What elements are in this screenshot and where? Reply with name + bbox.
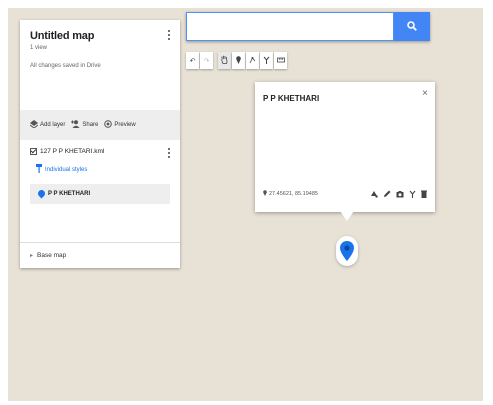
undo-redo-group: ↶ ↷: [186, 52, 214, 69]
view-count: 1 view: [30, 45, 48, 51]
layer-options-icon[interactable]: [166, 148, 172, 160]
add-layer-icon: [29, 120, 39, 130]
add-layer-button[interactable]: Add layer: [29, 120, 66, 130]
map-title[interactable]: Untitled map: [30, 30, 170, 42]
line-icon: [249, 56, 256, 66]
draw-tools-group: [218, 52, 288, 69]
map-options-icon[interactable]: [166, 30, 172, 42]
delete-icon[interactable]: [421, 190, 427, 200]
search-icon: [407, 18, 417, 36]
add-directions-button[interactable]: [260, 52, 273, 69]
coordinates-text: 27.45621, 85.19485: [269, 191, 318, 197]
panel-header: Untitled map 1 view All changes saved in…: [20, 20, 180, 110]
info-title: P P KHETHARI: [263, 94, 320, 103]
panel-actions: Add layer Share Preview: [20, 110, 180, 140]
place-name: P P KHETHARI: [48, 191, 91, 197]
camera-icon[interactable]: [396, 190, 404, 200]
expand-arrow-icon: ▸: [30, 253, 34, 259]
hand-icon: [221, 55, 228, 66]
selected-marker-icon[interactable]: [340, 241, 354, 261]
undo-button[interactable]: ↶: [186, 52, 199, 69]
marker-icon: [236, 55, 241, 66]
preview-icon: [104, 120, 113, 130]
base-map-toggle[interactable]: ▸ Base map: [20, 242, 180, 268]
map-canvas[interactable]: Untitled map 1 view All changes saved in…: [8, 8, 483, 401]
edit-icon[interactable]: [383, 190, 391, 200]
info-window-pointer: [340, 211, 354, 221]
map-toolbar: ↶ ↷: [186, 52, 290, 69]
coordinates: 27.45621, 85.19485: [263, 190, 318, 198]
directions-icon[interactable]: [409, 190, 416, 200]
save-status: All changes saved in Drive: [30, 63, 101, 69]
search-button[interactable]: [394, 12, 430, 41]
draw-line-button[interactable]: [246, 52, 259, 69]
preview-label: Preview: [114, 122, 136, 128]
layer-visibility-checkbox[interactable]: [30, 148, 37, 155]
info-actions: [370, 190, 427, 200]
individual-styles-link[interactable]: Individual styles: [30, 164, 170, 175]
map-panel: Untitled map 1 view All changes saved in…: [20, 20, 180, 268]
ruler-icon: [276, 57, 285, 65]
layer-header[interactable]: 127 P P KHETARI.kml: [30, 148, 170, 155]
style-icon[interactable]: [370, 190, 378, 200]
styles-label: Individual styles: [45, 166, 88, 173]
location-pin-icon: [263, 190, 267, 198]
add-person-icon: [71, 120, 80, 130]
place-list-item[interactable]: P P KHETHARI: [30, 184, 170, 204]
layer-section: 127 P P KHETARI.kml Individual styles P …: [20, 140, 180, 224]
share-label: Share: [82, 122, 99, 128]
search-bar: [186, 12, 430, 41]
base-map-label: Base map: [37, 252, 67, 259]
close-icon[interactable]: ×: [422, 88, 428, 99]
preview-button[interactable]: Preview: [104, 120, 136, 130]
measure-button[interactable]: [274, 52, 287, 69]
place-info-window: P P KHETHARI × 27.45621, 85.19485: [255, 82, 435, 221]
undo-icon: ↶: [189, 57, 196, 65]
search-input[interactable]: [186, 12, 394, 41]
redo-icon: ↷: [203, 57, 210, 65]
layer-name[interactable]: 127 P P KHETARI.kml: [40, 148, 104, 155]
add-marker-button[interactable]: [232, 52, 245, 69]
share-button[interactable]: Share: [71, 120, 98, 130]
place-marker-icon: [38, 190, 45, 199]
select-tool-button[interactable]: [218, 52, 231, 69]
redo-button[interactable]: ↷: [200, 52, 213, 69]
add-layer-label: Add layer: [40, 122, 66, 128]
paint-roller-icon: [36, 164, 42, 175]
route-icon: [263, 56, 270, 66]
